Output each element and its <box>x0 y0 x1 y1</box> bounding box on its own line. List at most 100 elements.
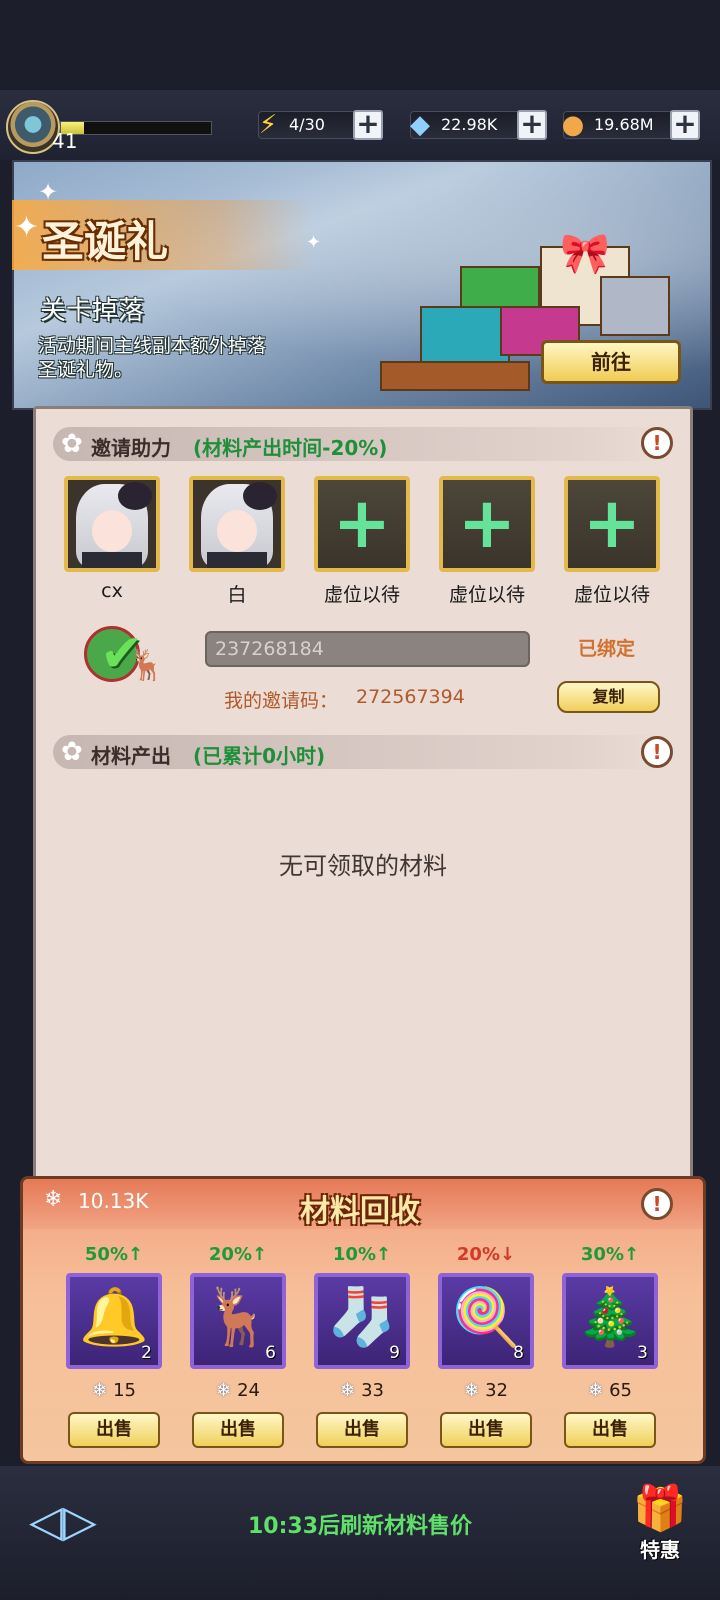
material-item[interactable]: 🔔 2 <box>66 1273 162 1369</box>
my-invite-code-value: 272567394 <box>356 686 465 708</box>
arrow-up-icon: ↑ <box>624 1244 640 1265</box>
avatar-collar <box>207 552 267 568</box>
material-item[interactable]: 🍭 8 <box>438 1273 534 1369</box>
price-change-percent: 50%↑ <box>66 1244 162 1265</box>
banner-subtitle: 关卡掉落 <box>40 296 145 326</box>
slot-name: 虚位以待 <box>323 584 400 606</box>
rose-hair-ornament-icon <box>243 482 277 510</box>
gift-box-icon: 🎁 <box>632 1483 688 1534</box>
percent-value: 20% <box>208 1244 252 1265</box>
slot-name: 虚位以待 <box>573 584 650 606</box>
arrow-up-icon: ↑ <box>128 1244 144 1265</box>
coin-resource: ● 19.68M + <box>562 110 700 140</box>
lightning-icon: ⚡ <box>258 110 278 140</box>
arrow-up-icon: ↑ <box>252 1244 268 1265</box>
avatar-collar <box>82 552 142 568</box>
recycle-info-button[interactable]: ! <box>641 1188 673 1220</box>
rose-hair-ornament-icon <box>118 482 152 510</box>
banner-description: 活动期间主线副本额外掉落圣诞礼物。 <box>38 335 267 381</box>
sell-button[interactable]: 出售 <box>316 1412 408 1448</box>
coin-value: 19.68M <box>594 115 654 134</box>
avatar-face <box>92 510 132 552</box>
slot-name: cx <box>101 580 123 602</box>
add-gems-button[interactable]: + <box>517 110 547 140</box>
price-value: 24 <box>237 1380 260 1401</box>
snowflake-total: 10.13K <box>78 1189 149 1213</box>
sparkle-icon: ✦ <box>14 210 40 245</box>
percent-value: 30% <box>580 1244 624 1265</box>
material-item[interactable]: 🎄 3 <box>562 1273 658 1369</box>
experience-bar <box>60 121 212 135</box>
sell-button[interactable]: 出售 <box>68 1412 160 1448</box>
price-value: 33 <box>361 1380 384 1401</box>
diamond-icon: ◆ <box>410 110 430 140</box>
sell-button[interactable]: 出售 <box>440 1412 532 1448</box>
invite-section-note: (材料产出时间-20%) <box>193 436 388 460</box>
percent-value: 50% <box>84 1244 128 1265</box>
recycle-title: 材料回收 <box>300 1194 420 1229</box>
item-count: 8 <box>513 1343 524 1363</box>
banner-title: 圣诞礼 <box>42 217 169 266</box>
price-value: 15 <box>113 1380 136 1401</box>
friend-avatar-slot[interactable] <box>189 476 285 572</box>
output-section-note: (已累计0小时) <box>193 744 326 768</box>
empty-invite-slot[interactable]: + <box>314 476 410 572</box>
item-count: 9 <box>389 1343 400 1363</box>
add-friend-icon: + <box>582 482 642 564</box>
invite-info-button[interactable]: ! <box>641 427 673 459</box>
item-count: 6 <box>265 1343 276 1363</box>
no-materials-text: 无可领取的材料 <box>279 852 447 880</box>
flower-icon: ✿ <box>61 429 83 459</box>
percent-value: 20% <box>456 1244 500 1265</box>
empty-invite-slot[interactable]: + <box>439 476 535 572</box>
my-invite-code-label: 我的邀请码： <box>224 690 339 712</box>
sell-button[interactable]: 出售 <box>564 1412 656 1448</box>
snowflake-icon: ❄ <box>216 1380 232 1401</box>
output-info-button[interactable]: ! <box>641 736 673 768</box>
energy-value: 4/30 <box>289 115 325 134</box>
price-change-percent: 30%↑ <box>562 1244 658 1265</box>
gem-value: 22.98K <box>441 115 498 134</box>
item-count: 3 <box>637 1343 648 1363</box>
add-energy-button[interactable]: + <box>353 110 383 140</box>
price-refresh-timer: 10:33后刷新材料售价 <box>247 1514 473 1539</box>
price-value: 65 <box>609 1380 632 1401</box>
price-change-percent: 20%↑ <box>190 1244 286 1265</box>
snowflake-icon: ❄ <box>464 1380 480 1401</box>
material-item[interactable]: 🦌 6 <box>190 1273 286 1369</box>
copy-button[interactable]: 复制 <box>557 681 660 713</box>
sell-price: ❄ 65 <box>562 1380 658 1401</box>
item-count: 2 <box>141 1343 152 1363</box>
material-item[interactable]: 🧦 9 <box>314 1273 410 1369</box>
output-section-header: ✿ 材料产出 (已累计0小时) <box>53 735 673 769</box>
bound-status-label: 已绑定 <box>578 638 636 660</box>
snowflake-icon: ❄ <box>340 1380 356 1401</box>
invite-section-title: 邀请助力 <box>91 436 171 460</box>
add-friend-icon: + <box>457 482 517 564</box>
friend-avatar-slot[interactable] <box>64 476 160 572</box>
snowflake-icon: ❄ <box>92 1380 108 1401</box>
sell-price: ❄ 33 <box>314 1380 410 1401</box>
snowflake-icon: ❄ <box>588 1380 604 1401</box>
special-offer-button[interactable]: 🎁 特惠 <box>622 1484 698 1574</box>
flower-icon: ✿ <box>61 737 83 767</box>
sparkle-icon: ✦ <box>306 232 322 253</box>
empty-invite-slot[interactable]: + <box>564 476 660 572</box>
bound-invite-code-field[interactable]: 237268184 <box>205 631 530 667</box>
bound-gift-check-icon: ✔ 🦌 <box>72 618 165 690</box>
price-change-percent: 10%↑ <box>314 1244 410 1265</box>
slot-name: 虚位以待 <box>448 584 525 606</box>
price-change-percent: 20%↓ <box>438 1244 534 1265</box>
sell-button[interactable]: 出售 <box>192 1412 284 1448</box>
sparkle-icon: ✦ <box>38 178 59 206</box>
goto-button[interactable]: 前往 <box>541 340 681 384</box>
gem-resource: ◆ 22.98K + <box>410 110 547 140</box>
price-value: 32 <box>485 1380 508 1401</box>
player-level: 41 <box>52 129 78 153</box>
sell-price: ❄ 15 <box>66 1380 162 1401</box>
coin-icon: ● <box>561 110 585 140</box>
percent-value: 10% <box>332 1244 376 1265</box>
sell-price: ❄ 24 <box>190 1380 286 1401</box>
add-coins-button[interactable]: + <box>670 110 700 140</box>
special-offer-label: 特惠 <box>640 1538 680 1562</box>
